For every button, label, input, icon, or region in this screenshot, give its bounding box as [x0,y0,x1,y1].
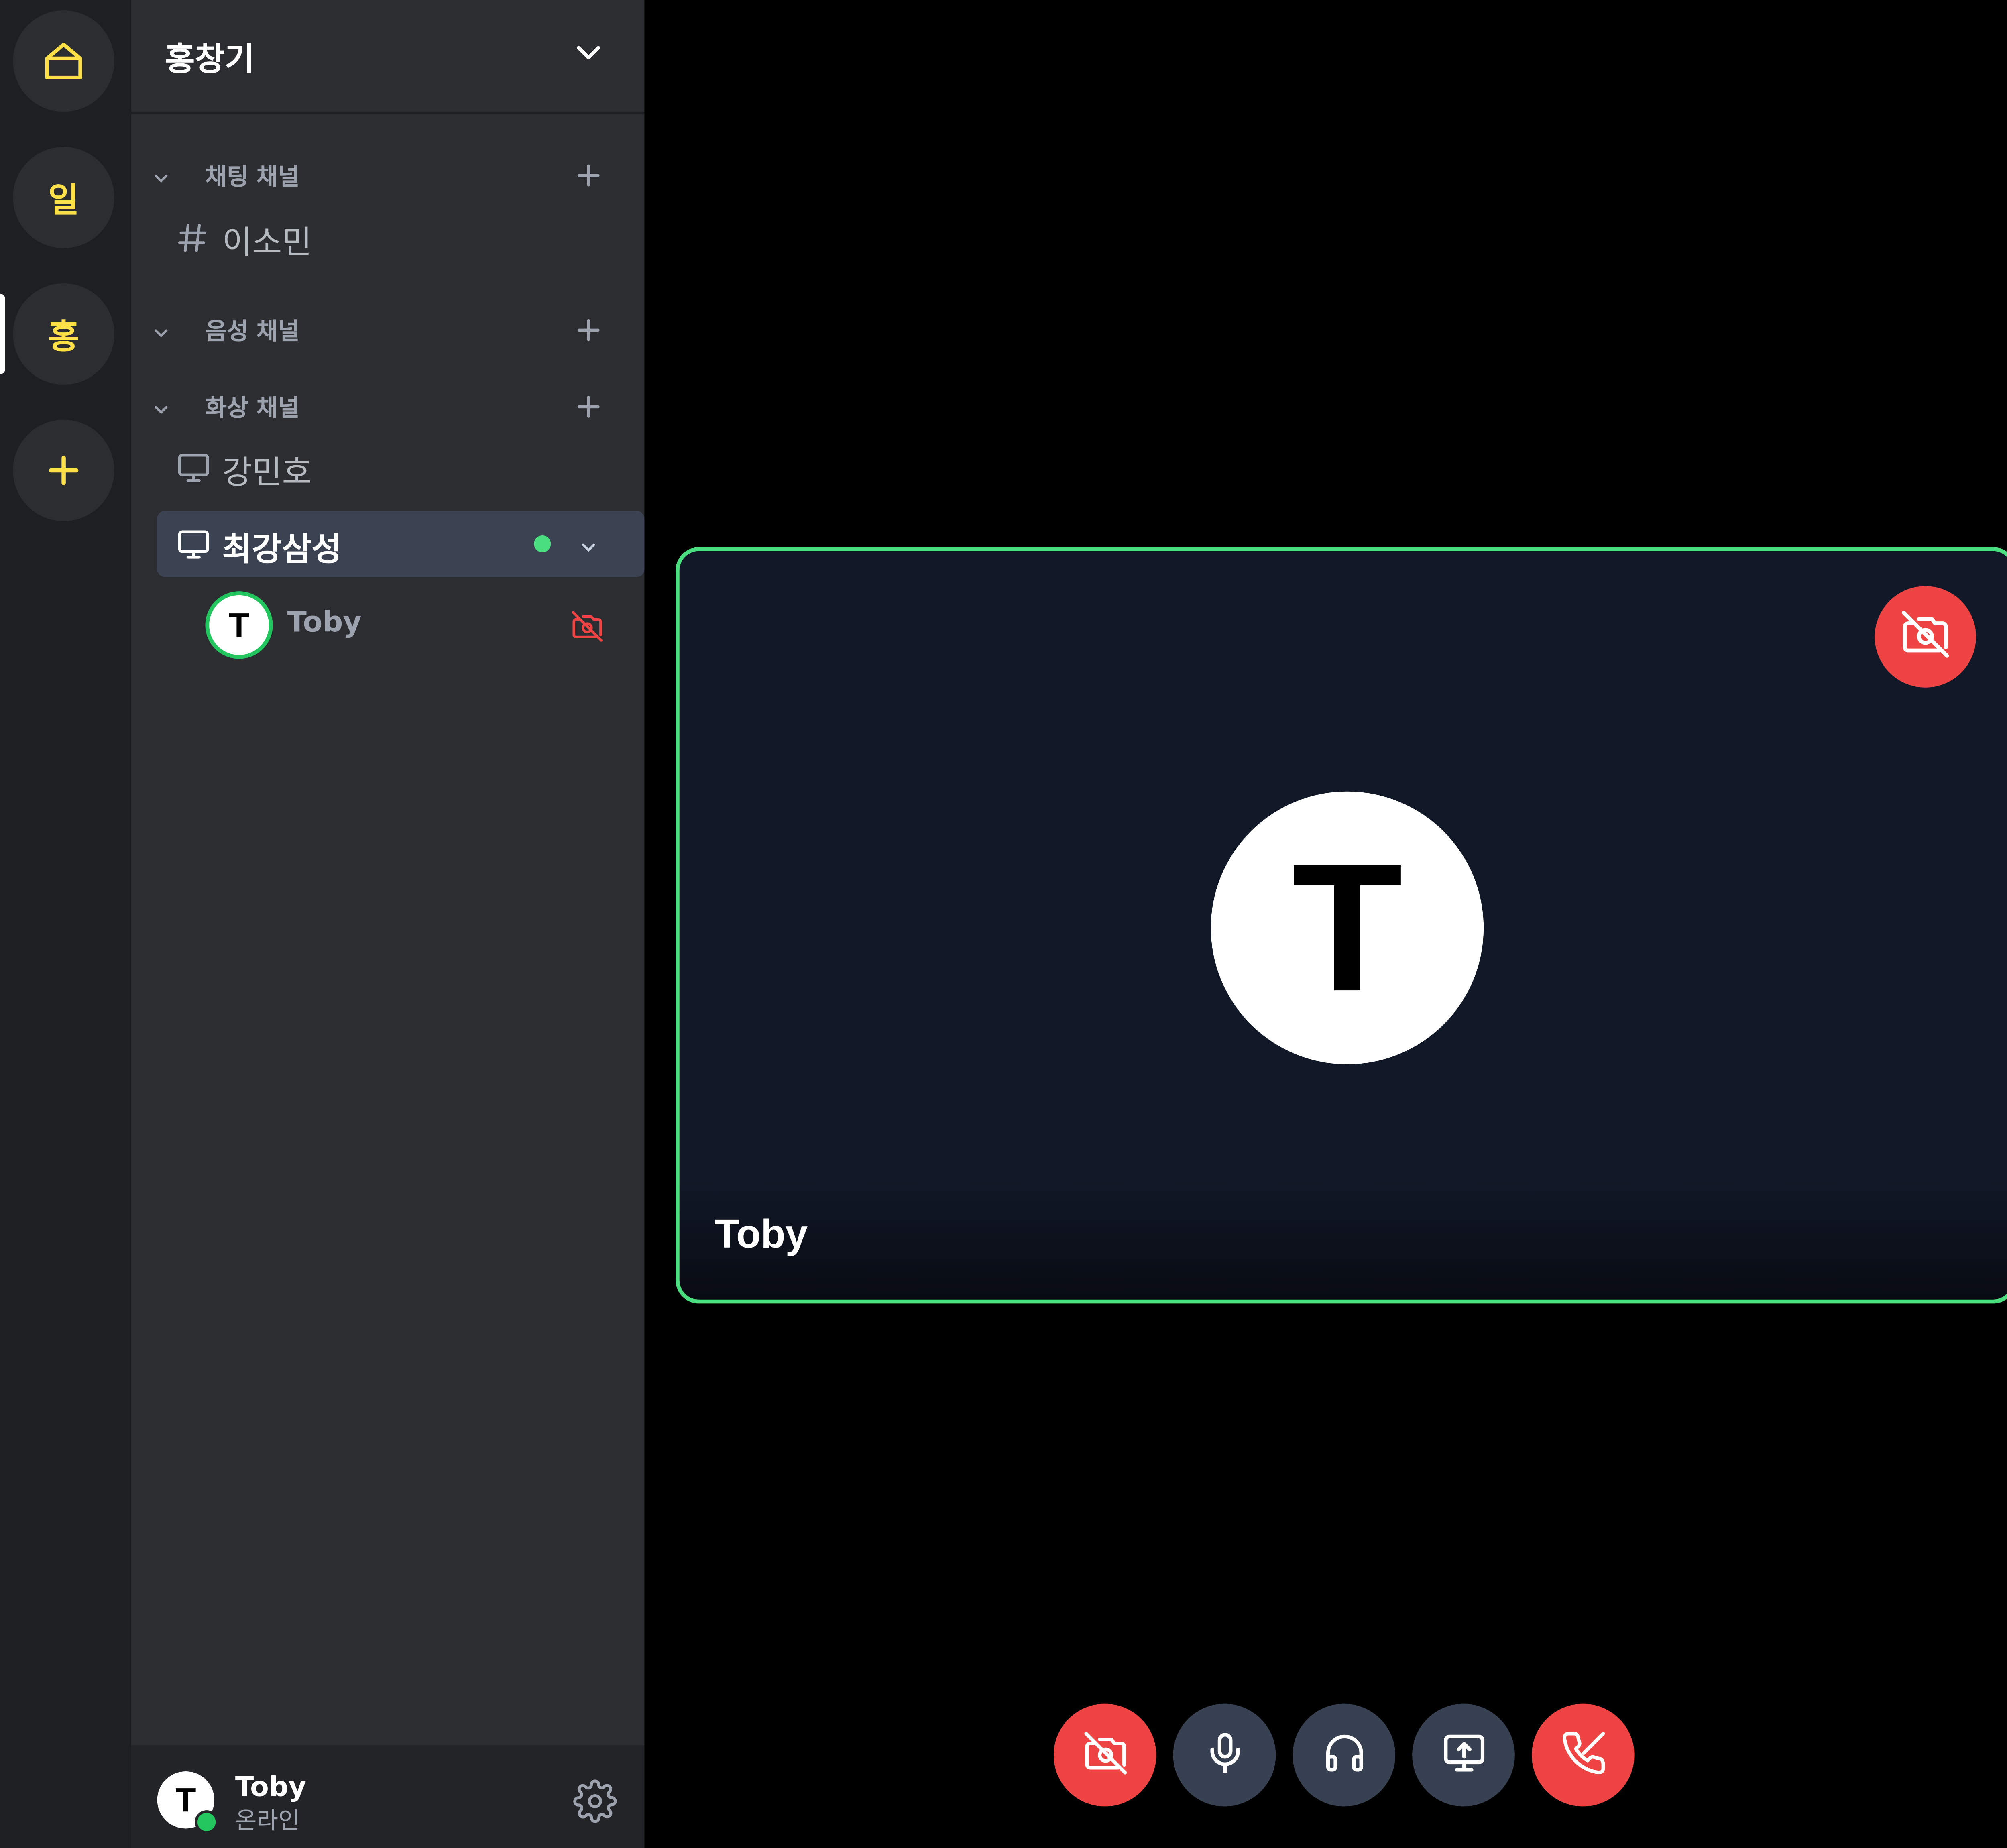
participant-name: Toby [714,1211,808,1257]
camera-off-icon [1898,608,1953,665]
user-status: 온라인 [235,1807,300,1835]
channel-label: 강민호 [222,453,312,491]
camera-off-icon [569,609,606,648]
server-name: 홍창기 [165,40,255,78]
toggle-headphones-button[interactable] [1293,1703,1396,1807]
toggle-camera-button[interactable] [1053,1703,1156,1807]
category-voice[interactable]: 음성 채널 [152,311,620,350]
camera-status-button[interactable] [1875,586,1976,688]
user-panel: T Toby 온라인 [131,1745,645,1848]
server-initial: 일 [48,181,79,220]
channel-member[interactable]: T Toby [205,591,618,659]
toggle-microphone-button[interactable] [1173,1703,1276,1807]
category-label: 음성 채널 [205,318,300,346]
avatar: T [1211,791,1484,1064]
video-tile[interactable]: T Toby [676,547,2007,1304]
gear-icon [573,1779,617,1829]
hash-icon [175,221,209,263]
microphone-icon [1202,1730,1246,1780]
app-window: 일 홍 홍창기 채팅 채널 이소민 음성 채널 화상 채널 강민호 최강삼성 T… [0,0,2007,1848]
add-channel-icon[interactable] [574,161,603,196]
avatar-initial: T [228,605,250,644]
category-label: 화상 채널 [205,395,300,423]
settings-button[interactable] [573,1779,617,1828]
chevron-down-icon [152,321,170,348]
add-channel-icon[interactable] [574,316,603,351]
chevron-down-icon[interactable] [580,537,598,562]
live-status-dot [534,535,551,553]
member-name: Toby [287,607,362,639]
avatar: T [205,591,273,659]
chevron-down-icon [152,166,170,193]
channel-label: 최강삼성 [222,530,342,568]
monitor-icon [175,528,212,567]
server-button-il[interactable]: 일 [13,147,114,248]
server-rail: 일 홍 [0,0,131,1848]
channel-item-video[interactable]: 강민호 [157,436,619,498]
hang-up-icon [1560,1729,1607,1781]
channel-item-video-active[interactable]: 최강삼성 [157,511,645,577]
share-screen-button[interactable] [1412,1703,1515,1807]
category-chat[interactable]: 채팅 채널 [152,156,620,195]
avatar-initial: T [1291,825,1403,1030]
monitor-icon [175,451,212,493]
server-header[interactable]: 홍창기 [131,0,645,114]
add-channel-icon[interactable] [574,393,603,427]
channel-item-text[interactable]: 이소민 [157,206,619,268]
channel-label: 이소민 [222,223,312,261]
headphones-icon [1322,1730,1366,1780]
leave-call-button[interactable] [1531,1703,1635,1807]
category-label: 채팅 채널 [205,163,300,191]
home-icon [42,39,86,83]
home-button[interactable] [13,10,114,112]
chevron-down-icon[interactable] [572,35,605,74]
chevron-down-icon [152,398,170,425]
add-server-button[interactable] [13,419,114,521]
screen-share-icon [1440,1730,1487,1780]
server-button-hong[interactable]: 홍 [13,283,114,385]
category-video[interactable]: 화상 채널 [152,387,620,426]
user-name: Toby [235,1771,306,1803]
server-initial: 홍 [48,317,79,357]
avatar-initial: T [175,1780,196,1819]
camera-off-icon [1080,1729,1130,1781]
plus-icon [47,454,81,487]
online-status-dot [195,1810,218,1834]
active-server-indicator [0,293,5,374]
channel-sidebar: 홍창기 채팅 채널 이소민 음성 채널 화상 채널 강민호 최강삼성 T Tob… [131,0,645,1848]
